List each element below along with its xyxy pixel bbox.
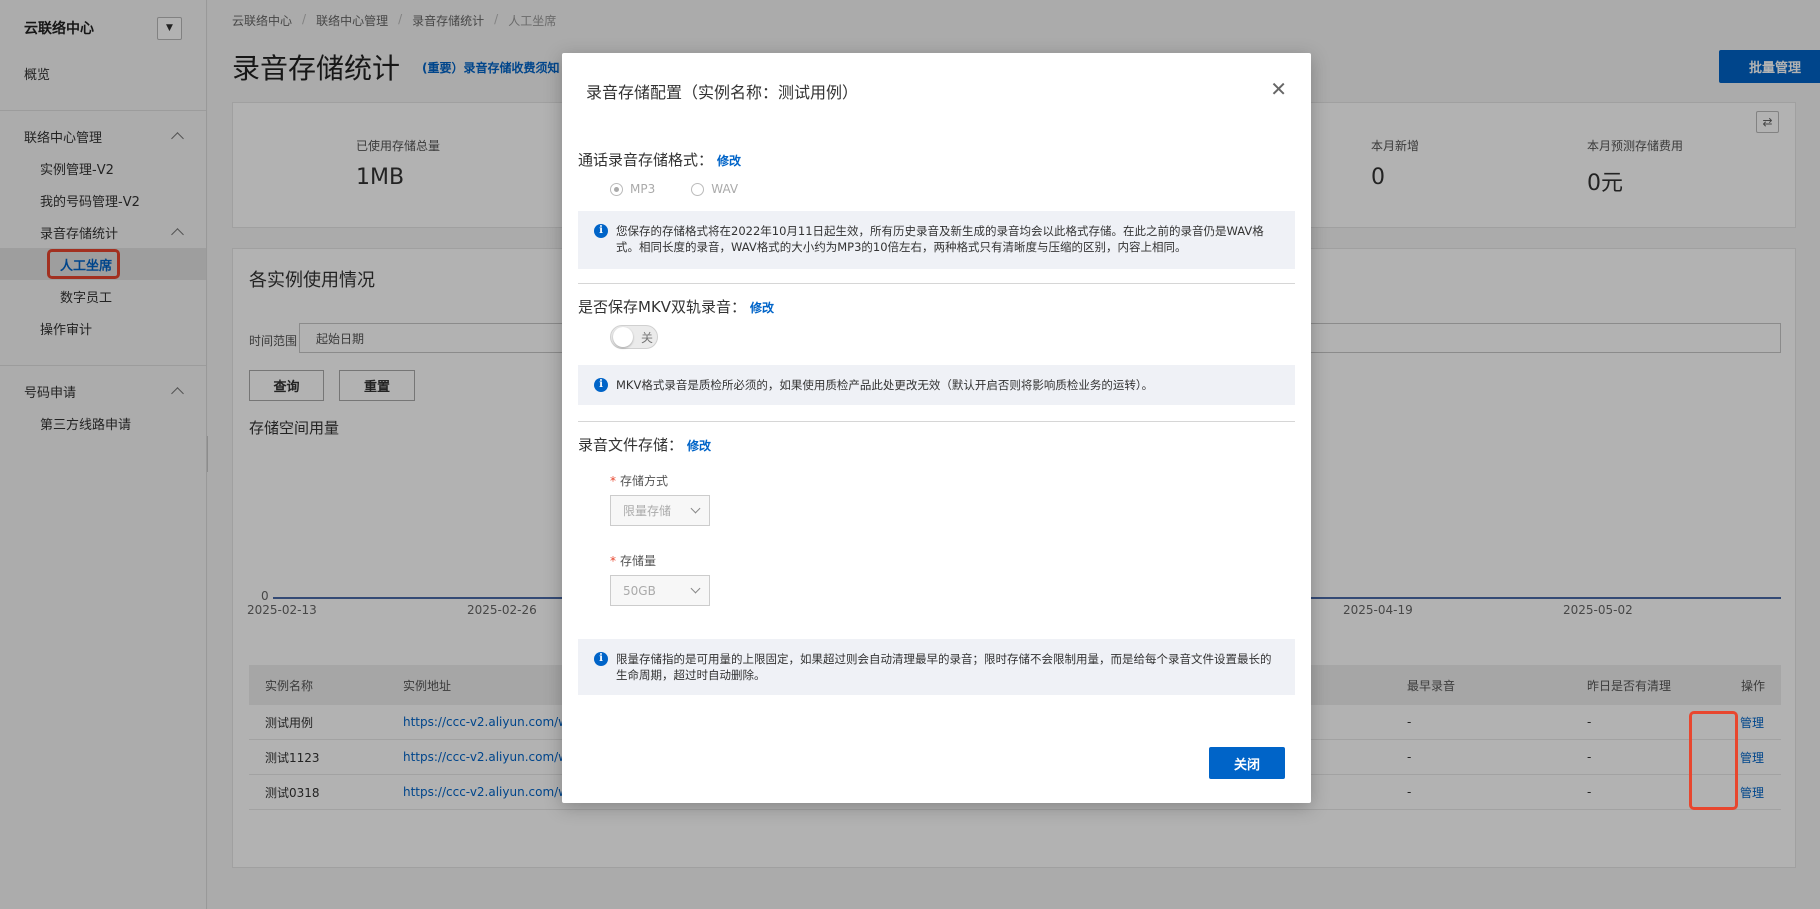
- format-info-box: i 您保存的存储格式将在2022年10月11日起生效，所有历史录音及新生成的录音…: [578, 211, 1295, 269]
- recording-storage-config-dialog: 录音存储配置（实例名称：测试用例） ✕ 通话录音存储格式： 修改 MP3 WAV …: [562, 53, 1311, 803]
- close-icon[interactable]: ✕: [1270, 79, 1287, 99]
- mkv-info-text: MKV格式录音是质检所必须的，如果使用质检产品此处更改无效（默认开启否则将影响质…: [616, 378, 1154, 392]
- dialog-divider: [578, 283, 1295, 284]
- toggle-state-label: 关: [641, 331, 654, 345]
- radio-wav[interactable]: WAV: [691, 182, 738, 196]
- storage-edit-link[interactable]: 修改: [687, 439, 711, 453]
- radio-label: WAV: [711, 182, 739, 196]
- storage-amount-label-text: 存储量: [620, 554, 657, 568]
- storage-section-label: 录音文件存储：: [578, 436, 684, 454]
- mkv-toggle-switch[interactable]: 关: [610, 325, 658, 349]
- storage-mode-label: * 存储方式: [610, 472, 668, 489]
- chevron-down-icon: [690, 583, 701, 594]
- mkv-section-title: 是否保存MKV双轨录音： 修改: [578, 296, 774, 317]
- format-radio-group: MP3 WAV: [610, 182, 738, 196]
- radio-unchecked-icon: [691, 182, 705, 196]
- toggle-knob: [613, 327, 633, 347]
- format-info-text: 您保存的存储格式将在2022年10月11日起生效，所有历史录音及新生成的录音均会…: [616, 224, 1264, 254]
- storage-mode-select[interactable]: 限量存储: [610, 495, 710, 526]
- required-asterisk: *: [610, 554, 616, 568]
- required-asterisk: *: [610, 474, 616, 488]
- highlight-annotation: [1689, 711, 1738, 810]
- format-section-title: 通话录音存储格式： 修改: [578, 149, 741, 170]
- info-icon: i: [594, 652, 608, 666]
- format-edit-link[interactable]: 修改: [717, 154, 741, 168]
- info-icon: i: [594, 224, 608, 238]
- radio-mp3[interactable]: MP3: [610, 182, 655, 196]
- storage-amount-value: 50GB: [623, 583, 656, 598]
- chevron-down-icon: [690, 503, 701, 514]
- storage-amount-select[interactable]: 50GB: [610, 575, 710, 606]
- close-button[interactable]: 关闭: [1209, 747, 1285, 779]
- radio-label: MP3: [630, 182, 656, 196]
- storage-amount-label: * 存储量: [610, 552, 656, 569]
- radio-checked-icon: [610, 182, 623, 196]
- format-section-label: 通话录音存储格式：: [578, 151, 714, 169]
- mkv-section-label: 是否保存MKV双轨录音：: [578, 298, 747, 316]
- dialog-title: 录音存储配置（实例名称：测试用例）: [586, 83, 859, 102]
- storage-mode-value: 限量存储: [623, 504, 672, 518]
- mkv-info-box: i MKV格式录音是质检所必须的，如果使用质检产品此处更改无效（默认开启否则将影…: [578, 365, 1295, 405]
- dialog-divider: [578, 421, 1295, 422]
- storage-mode-label-text: 存储方式: [620, 474, 669, 488]
- storage-info-text: 限量存储指的是可用量的上限固定，如果超过则会自动清理最早的录音；限时存储不会限制…: [616, 652, 1272, 682]
- info-icon: i: [594, 378, 608, 392]
- storage-section-title: 录音文件存储： 修改: [578, 434, 711, 455]
- mkv-edit-link[interactable]: 修改: [750, 301, 774, 315]
- storage-info-box: i 限量存储指的是可用量的上限固定，如果超过则会自动清理最早的录音；限时存储不会…: [578, 639, 1295, 695]
